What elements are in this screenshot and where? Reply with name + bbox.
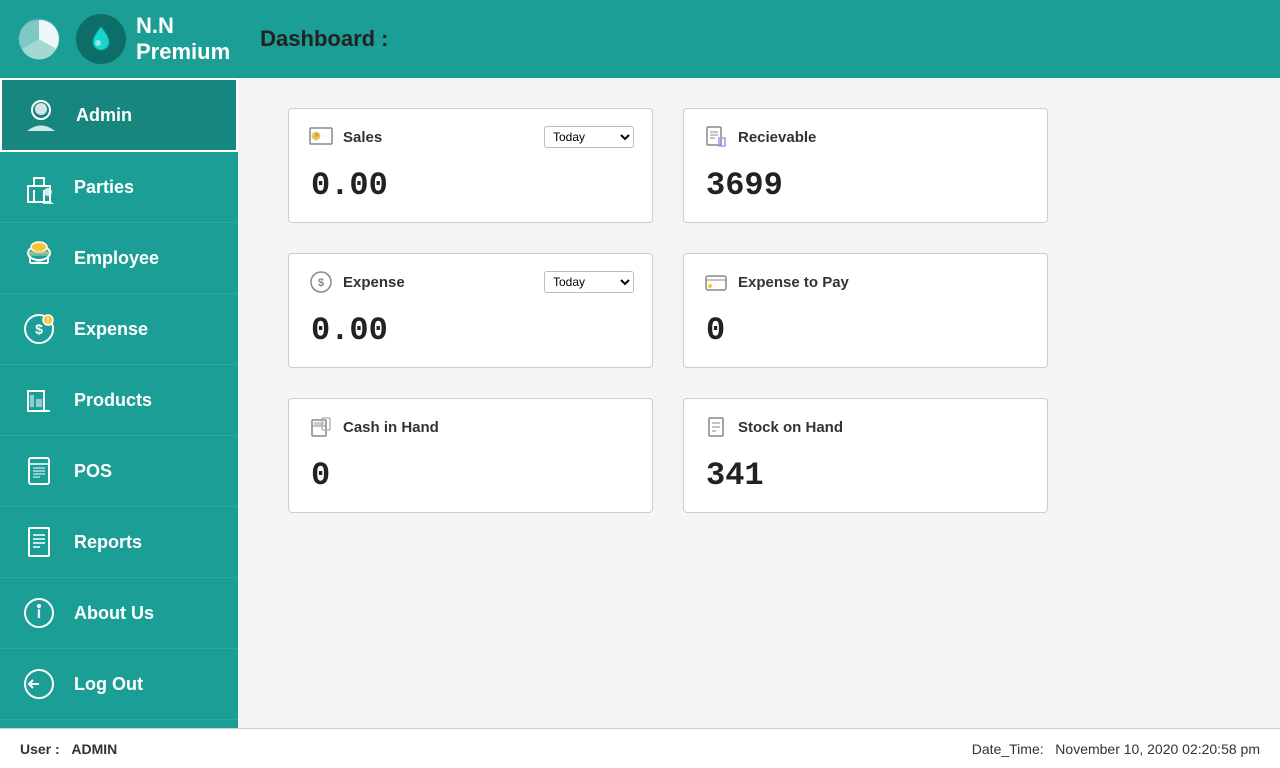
main-layout: Admin Parties bbox=[0, 78, 1280, 728]
sales-dropdown[interactable]: Today This Week This Month bbox=[544, 126, 634, 148]
footer-datetime-value: November 10, 2020 02:20:58 pm bbox=[1055, 741, 1260, 757]
footer-user-value: ADMIN bbox=[71, 741, 117, 757]
footer: User : ADMIN Date_Time: November 10, 202… bbox=[0, 728, 1280, 768]
sidebar-item-aboutus[interactable]: i About Us bbox=[0, 578, 238, 649]
expense-card-title: Expense bbox=[343, 274, 405, 291]
card-expense-title-area: $ Expense bbox=[307, 268, 405, 296]
sidebar-admin-label: Admin bbox=[76, 105, 132, 126]
admin-icon bbox=[18, 92, 64, 138]
dashboard-cards-grid: Sales Today This Week This Month 0.00 bbox=[288, 108, 1048, 513]
stock-on-hand-card-title: Stock on Hand bbox=[738, 419, 843, 436]
card-stock-on-hand-header: Stock on Hand bbox=[702, 413, 1029, 441]
sales-card-icon bbox=[307, 123, 335, 151]
pos-icon bbox=[16, 448, 62, 494]
sales-card-title: Sales bbox=[343, 129, 382, 146]
reports-icon bbox=[16, 519, 62, 565]
sidebar-item-employee[interactable]: Employee bbox=[0, 223, 238, 294]
sidebar-item-expense[interactable]: $ ! Expense bbox=[0, 294, 238, 365]
sidebar-parties-label: Parties bbox=[74, 177, 134, 198]
card-cash-in-hand-header: Cash in Hand bbox=[307, 413, 634, 441]
expense-card-icon: $ bbox=[307, 268, 335, 296]
expense-dropdown[interactable]: Today This Week This Month bbox=[544, 271, 634, 293]
expense-icon: $ ! bbox=[16, 306, 62, 352]
products-icon bbox=[16, 377, 62, 423]
receivable-card-icon bbox=[702, 123, 730, 151]
sidebar-item-admin[interactable]: Admin bbox=[0, 78, 238, 152]
card-expense-to-pay-header: Expense to Pay bbox=[702, 268, 1029, 296]
card-receivable: Recievable 3699 bbox=[683, 108, 1048, 223]
cash-in-hand-value: 0 bbox=[307, 457, 634, 494]
svg-text:$: $ bbox=[318, 277, 324, 289]
footer-datetime: Date_Time: November 10, 2020 02:20:58 pm bbox=[972, 741, 1260, 757]
employee-icon bbox=[16, 235, 62, 281]
sidebar-pos-label: POS bbox=[74, 461, 112, 482]
header: N.N Premium Dashboard : bbox=[0, 0, 1280, 78]
brand: N.N Premium bbox=[76, 13, 230, 66]
card-expense-to-pay: Expense to Pay 0 bbox=[683, 253, 1048, 368]
sidebar-item-pos[interactable]: POS bbox=[0, 436, 238, 507]
stock-on-hand-card-icon bbox=[702, 413, 730, 441]
card-sales-header: Sales Today This Week This Month bbox=[307, 123, 634, 151]
sales-value: 0.00 bbox=[307, 167, 634, 204]
expense-to-pay-card-title: Expense to Pay bbox=[738, 274, 849, 291]
aboutus-icon: i bbox=[16, 590, 62, 636]
cash-in-hand-card-icon bbox=[307, 413, 335, 441]
page-title: Dashboard : bbox=[260, 26, 388, 52]
expense-to-pay-value: 0 bbox=[702, 312, 1029, 349]
card-sales: Sales Today This Week This Month 0.00 bbox=[288, 108, 653, 223]
expense-to-pay-card-icon bbox=[702, 268, 730, 296]
sidebar-expense-label: Expense bbox=[74, 319, 148, 340]
card-expense-to-pay-title-area: Expense to Pay bbox=[702, 268, 849, 296]
footer-user: User : ADMIN bbox=[20, 741, 117, 757]
card-receivable-title-area: Recievable bbox=[702, 123, 816, 151]
card-cash-in-hand-title-area: Cash in Hand bbox=[307, 413, 439, 441]
parties-icon bbox=[16, 164, 62, 210]
brand-name-line1: N.N bbox=[136, 13, 230, 39]
sidebar-logout-label: Log Out bbox=[74, 674, 143, 695]
sidebar-item-reports[interactable]: Reports bbox=[0, 507, 238, 578]
dashboard-pie-icon bbox=[16, 16, 62, 62]
expense-dropdown-select[interactable]: Today This Week This Month bbox=[544, 271, 634, 293]
footer-user-label: User : bbox=[20, 741, 60, 757]
card-expense: $ Expense Today This Week This Month 0.0… bbox=[288, 253, 653, 368]
svg-text:!: ! bbox=[47, 316, 50, 325]
card-cash-in-hand: Cash in Hand 0 bbox=[288, 398, 653, 513]
sidebar-reports-label: Reports bbox=[74, 532, 142, 553]
sidebar: Admin Parties bbox=[0, 78, 238, 728]
sidebar-item-logout[interactable]: Log Out bbox=[0, 649, 238, 720]
card-receivable-header: Recievable bbox=[702, 123, 1029, 151]
sales-dropdown-select[interactable]: Today This Week This Month bbox=[544, 126, 634, 148]
sidebar-employee-label: Employee bbox=[74, 248, 159, 269]
footer-datetime-label: Date_Time: bbox=[972, 741, 1044, 757]
expense-value: 0.00 bbox=[307, 312, 634, 349]
card-stock-on-hand-title-area: Stock on Hand bbox=[702, 413, 843, 441]
logout-icon bbox=[16, 661, 62, 707]
sidebar-products-label: Products bbox=[74, 390, 152, 411]
svg-text:$: $ bbox=[35, 321, 43, 337]
receivable-card-title: Recievable bbox=[738, 129, 816, 146]
stock-on-hand-value: 341 bbox=[702, 457, 1029, 494]
brand-name-line2: Premium bbox=[136, 39, 230, 65]
sidebar-item-products[interactable]: Products bbox=[0, 365, 238, 436]
cash-in-hand-card-title: Cash in Hand bbox=[343, 419, 439, 436]
content-area: Sales Today This Week This Month 0.00 bbox=[238, 78, 1280, 728]
receivable-value: 3699 bbox=[702, 167, 1029, 204]
sidebar-aboutus-label: About Us bbox=[74, 603, 154, 624]
sidebar-item-parties[interactable]: Parties bbox=[0, 152, 238, 223]
brand-logo bbox=[76, 14, 126, 64]
card-stock-on-hand: Stock on Hand 341 bbox=[683, 398, 1048, 513]
card-sales-title-area: Sales bbox=[307, 123, 382, 151]
card-expense-header: $ Expense Today This Week This Month bbox=[307, 268, 634, 296]
